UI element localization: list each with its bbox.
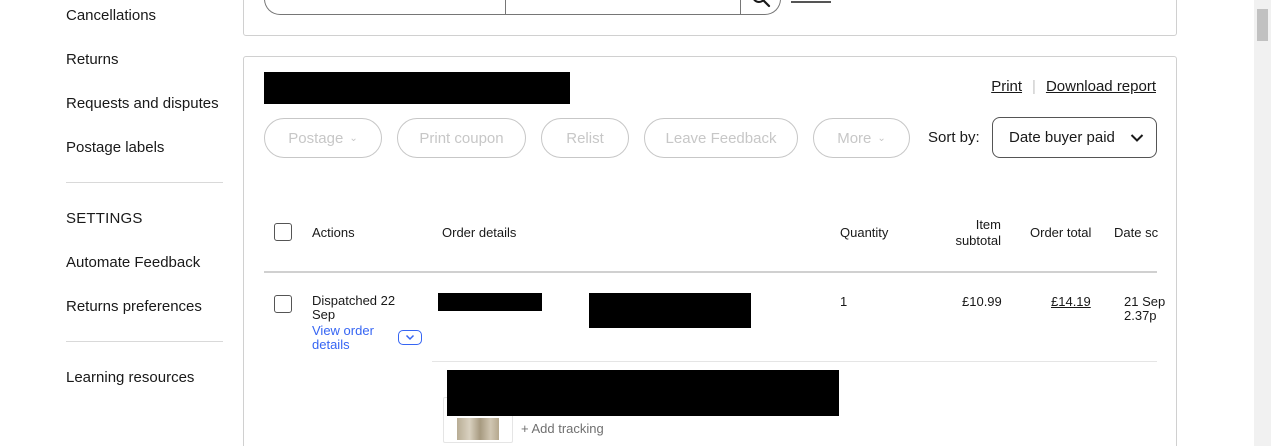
link-separator: | [1032,78,1036,95]
search-icon [752,0,770,8]
redacted-item-title [447,370,839,416]
item-image [457,418,499,440]
sidebar-item-postage-labels[interactable]: Postage labels [66,139,164,156]
search-input[interactable] [505,0,741,15]
expand-chevron-icon [405,334,415,341]
table-header-divider [264,271,1157,273]
row-date-sold-time: 2.37p [1124,308,1157,323]
relist-label: Relist [566,129,604,147]
relist-button[interactable]: Relist [541,118,629,158]
page-scrollbar[interactable] [1254,0,1271,446]
row-date-sold: 21 Sep [1124,294,1166,309]
sidebar-item-requests-and-disputes[interactable]: Requests and disputes [66,95,219,112]
print-coupon-button[interactable]: Print coupon [397,118,526,158]
row-item-subtotal: £10.99 [962,294,1002,309]
select-all-checkbox[interactable] [274,223,292,241]
sidebar-item-cancellations[interactable]: Cancellations [66,7,156,24]
redacted-buyer-name [438,293,542,311]
expand-row-button[interactable] [398,330,422,345]
row-quantity: 1 [840,294,848,309]
sort-dropdown[interactable]: Date buyer paid [992,117,1157,158]
column-header-actions: Actions [312,225,355,240]
row-divider [432,361,1157,362]
sidebar-divider [66,182,223,183]
reset-link[interactable] [791,1,831,3]
sidebar-item-automate-feedback[interactable]: Automate Feedback [66,254,200,271]
view-order-details-link[interactable]: View order details [312,324,392,352]
search-panel [243,0,1177,36]
column-header-order-total: Order total [1030,225,1092,240]
more-button[interactable]: More ⌄ [813,118,910,158]
sort-label: Sort by: [928,129,980,146]
column-header-order-details: Order details [442,225,517,240]
sidebar-divider [66,341,223,342]
order-status: Dispatched 22 Sep [312,293,396,322]
report-links: Print | Download report [991,78,1156,95]
search-filter-select[interactable] [264,0,506,15]
download-report-link[interactable]: Download report [1046,78,1156,95]
row-select-checkbox[interactable] [274,295,292,313]
row-order-total-link[interactable]: £14.19 [1051,294,1091,309]
redacted-page-title [264,72,570,104]
chevron-down-icon: ⌄ [349,132,358,144]
orders-panel: Print | Download report Postage ⌄ Print … [243,56,1177,446]
chevron-down-icon [1130,133,1144,142]
more-label: More [837,129,872,147]
column-header-quantity: Quantity [840,225,889,240]
sidebar-item-returns[interactable]: Returns [66,51,119,68]
scrollbar-thumb[interactable] [1257,9,1268,41]
sort-selected-value: Date buyer paid [1009,129,1115,146]
leave-feedback-button[interactable]: Leave Feedback [644,118,798,158]
sidebar-heading-settings: SETTINGS [66,210,143,227]
search-button[interactable] [740,0,781,15]
postage-button[interactable]: Postage ⌄ [264,118,382,158]
add-tracking-link[interactable]: + Add tracking [521,421,604,436]
leave-feedback-label: Leave Feedback [665,129,777,147]
column-header-item-subtotal: Item subtotal [955,217,1001,248]
postage-label: Postage [288,129,344,147]
redacted-order-number [589,293,751,328]
print-coupon-label: Print coupon [419,129,504,147]
chevron-down-icon: ⌄ [877,132,886,144]
sidebar-item-returns-preferences[interactable]: Returns preferences [66,298,202,315]
sidebar-item-learning-resources[interactable]: Learning resources [66,369,194,386]
print-link[interactable]: Print [991,78,1022,95]
column-header-date-sold: Date sc [1114,225,1159,240]
